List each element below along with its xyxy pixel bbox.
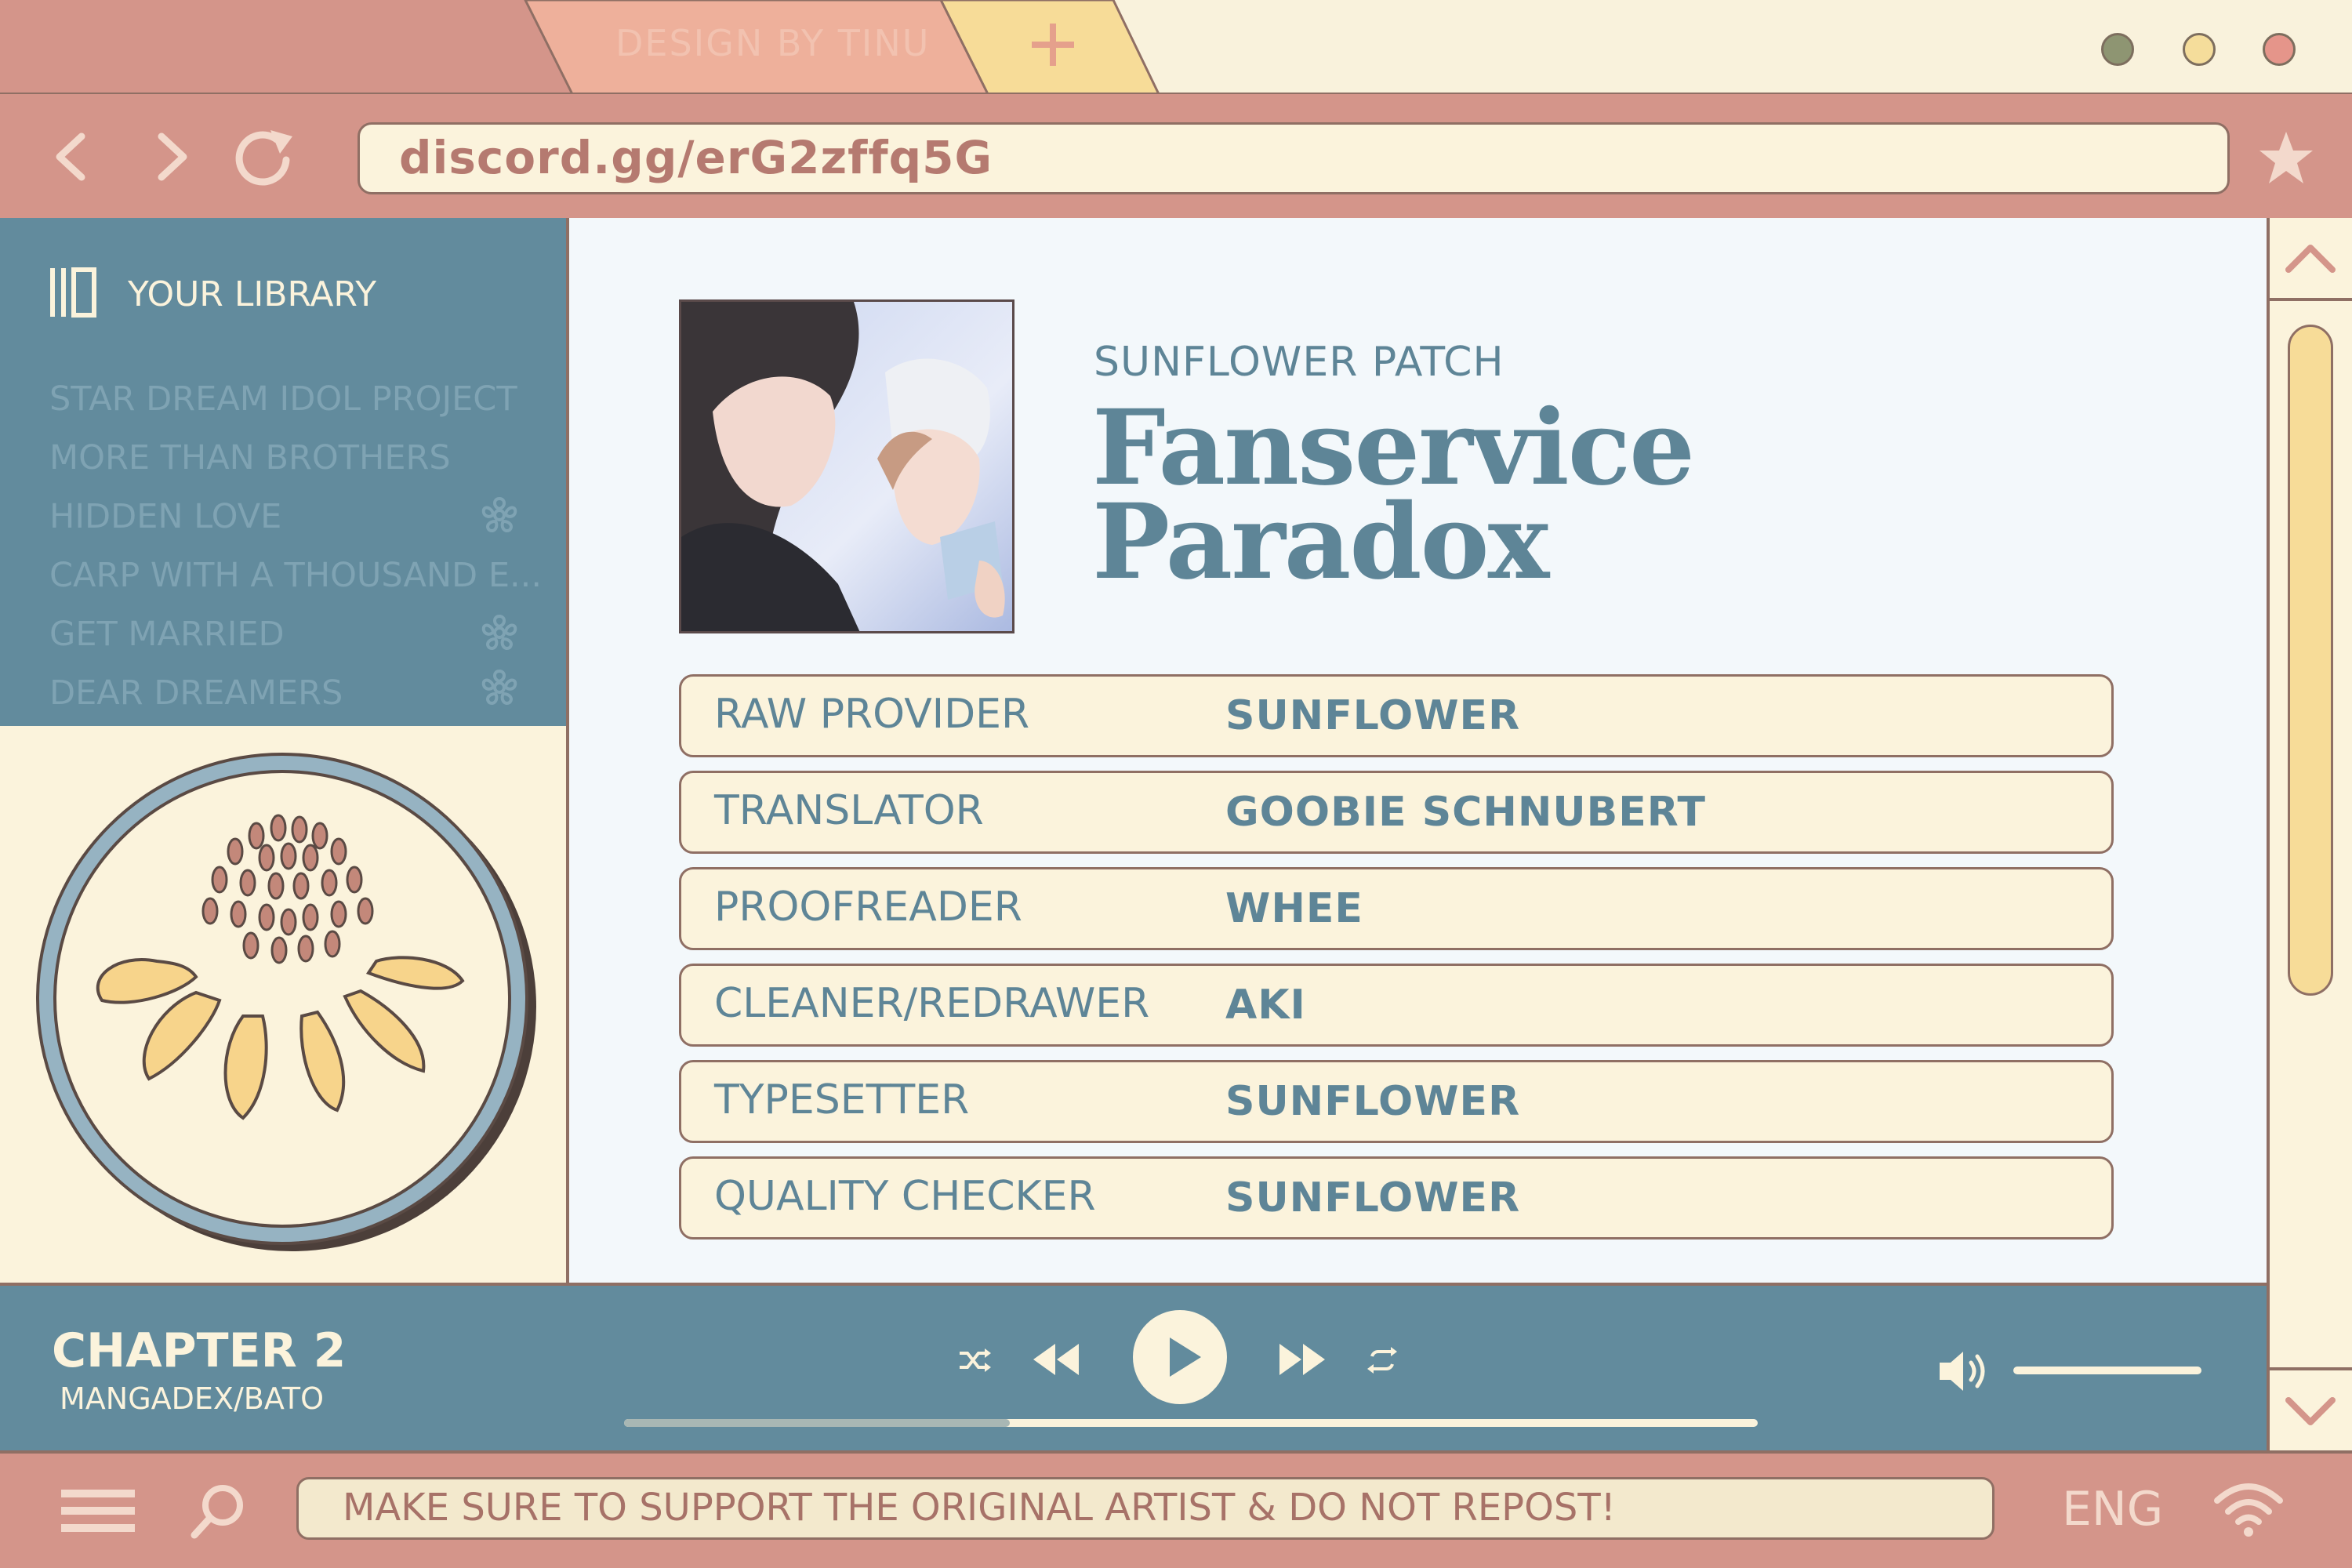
shuffle-button[interactable] bbox=[955, 1341, 994, 1380]
shuffle-icon bbox=[960, 1348, 991, 1372]
volume-icon bbox=[1940, 1352, 1985, 1391]
scrollbar-thumb[interactable] bbox=[2288, 325, 2333, 996]
plus-icon bbox=[1032, 24, 1074, 66]
chapter-title: CHAPTER 2 bbox=[52, 1323, 347, 1378]
credit-name: SUNFLOWER bbox=[1225, 692, 1521, 739]
fast-forward-button[interactable] bbox=[1275, 1334, 1330, 1385]
credit-role: TRANSLATOR bbox=[714, 787, 984, 834]
chevron-down-icon bbox=[2285, 1397, 2336, 1425]
repeat-button[interactable] bbox=[1364, 1342, 1400, 1378]
address-bar[interactable]: discord.gg/erG2zffq5G bbox=[358, 122, 2230, 194]
fast-forward-icon bbox=[1279, 1344, 1325, 1375]
credit-role: PROOFREADER bbox=[714, 884, 1022, 931]
wifi-status[interactable] bbox=[2212, 1477, 2285, 1540]
new-tab-button[interactable] bbox=[1025, 17, 1080, 72]
library-item[interactable]: STAR DREAM IDOL PROJECT bbox=[49, 379, 517, 419]
credit-role: TYPESETTER bbox=[714, 1076, 970, 1123]
flower-icon bbox=[481, 669, 517, 705]
cover-image bbox=[679, 299, 1014, 633]
credit-row: TYPESETTER SUNFLOWER bbox=[679, 1060, 2114, 1143]
tab-strip: DESIGN BY TINU bbox=[0, 0, 2352, 94]
chevron-up-icon bbox=[2285, 245, 2336, 273]
scanlation-group-name: SUNFLOWER PATCH bbox=[1094, 339, 1504, 386]
play-icon bbox=[1133, 1310, 1227, 1404]
volume-slider[interactable] bbox=[2013, 1367, 2201, 1374]
flower-icon bbox=[481, 614, 517, 650]
credit-name: GOOBIE SCHNUBERT bbox=[1225, 789, 1706, 836]
library-item[interactable]: CARP WITH A THOUSAND E... bbox=[49, 556, 542, 595]
credit-role: CLEANER/REDRAWER bbox=[714, 980, 1150, 1027]
chevron-left-icon bbox=[56, 132, 85, 181]
credit-row: QUALITY CHECKER SUNFLOWER bbox=[679, 1156, 2114, 1240]
star-icon bbox=[2259, 132, 2313, 183]
library-item[interactable]: DEAR DREAMERS bbox=[49, 673, 343, 713]
library-item[interactable]: HIDDEN LOVE bbox=[49, 497, 281, 536]
series-title: Fanservice Paradox bbox=[1092, 397, 1955, 603]
credit-role: QUALITY CHECKER bbox=[714, 1173, 1096, 1220]
notice-bar: MAKE SURE TO SUPPORT THE ORIGINAL ARTIST… bbox=[296, 1477, 1994, 1540]
bookmark-button[interactable] bbox=[2255, 127, 2318, 190]
progress-fill bbox=[624, 1419, 1010, 1427]
credit-name: AKI bbox=[1225, 982, 1306, 1029]
chevron-right-icon bbox=[158, 132, 187, 181]
window-dot-maximize[interactable] bbox=[2183, 33, 2216, 66]
reload-button[interactable] bbox=[231, 125, 294, 188]
credit-name: SUNFLOWER bbox=[1225, 1174, 1521, 1221]
forward-button[interactable] bbox=[140, 125, 202, 188]
credit-role: RAW PROVIDER bbox=[714, 691, 1030, 738]
sidebar-logo-panel bbox=[0, 726, 568, 1286]
credit-name: WHEE bbox=[1225, 885, 1363, 932]
rewind-icon bbox=[1033, 1344, 1079, 1375]
url-text: discord.gg/erG2zffq5G bbox=[399, 131, 993, 184]
search-button[interactable] bbox=[188, 1482, 248, 1541]
wifi-icon bbox=[2214, 1483, 2283, 1537]
scroll-up-button[interactable] bbox=[2267, 218, 2352, 301]
credit-row: TRANSLATOR GOOBIE SCHNUBERT bbox=[679, 771, 2114, 854]
back-button[interactable] bbox=[41, 125, 103, 188]
library-item[interactable]: GET MARRIED bbox=[49, 615, 285, 654]
repeat-icon bbox=[1367, 1347, 1397, 1374]
volume-button[interactable] bbox=[1936, 1344, 1996, 1399]
play-button[interactable] bbox=[1132, 1309, 1228, 1405]
library-title: YOUR LIBRARY bbox=[128, 274, 377, 314]
credit-name: SUNFLOWER bbox=[1225, 1078, 1521, 1125]
rewind-button[interactable] bbox=[1029, 1334, 1083, 1385]
credit-row: PROOFREADER WHEE bbox=[679, 867, 2114, 950]
credit-row: RAW PROVIDER SUNFLOWER bbox=[679, 674, 2114, 757]
language-selector[interactable]: ENG bbox=[2062, 1482, 2163, 1537]
tab-design-by-tinu[interactable]: DESIGN BY TINU bbox=[615, 22, 945, 64]
scroll-down-button[interactable] bbox=[2267, 1367, 2352, 1450]
tab-strip-background bbox=[0, 0, 2352, 94]
window-dot-minimize[interactable] bbox=[2101, 33, 2134, 66]
hamburger-menu-icon bbox=[61, 1490, 135, 1532]
search-icon bbox=[191, 1485, 243, 1539]
menu-button[interactable] bbox=[61, 1486, 135, 1537]
library-item[interactable]: MORE THAN BROTHERS bbox=[49, 438, 451, 477]
credit-row: CLEANER/REDRAWER AKI bbox=[679, 964, 2114, 1047]
flower-icon bbox=[481, 496, 517, 532]
library-icon bbox=[47, 265, 102, 320]
window-dot-close[interactable] bbox=[2263, 33, 2296, 66]
sunflower-logo bbox=[36, 753, 536, 1251]
notice-text: MAKE SURE TO SUPPORT THE ORIGINAL ARTIST… bbox=[343, 1486, 1616, 1530]
series-title-line-2: Paradox bbox=[1092, 481, 1549, 603]
chapter-source: MANGADEX/BATO bbox=[60, 1381, 324, 1416]
reload-icon bbox=[235, 130, 292, 186]
